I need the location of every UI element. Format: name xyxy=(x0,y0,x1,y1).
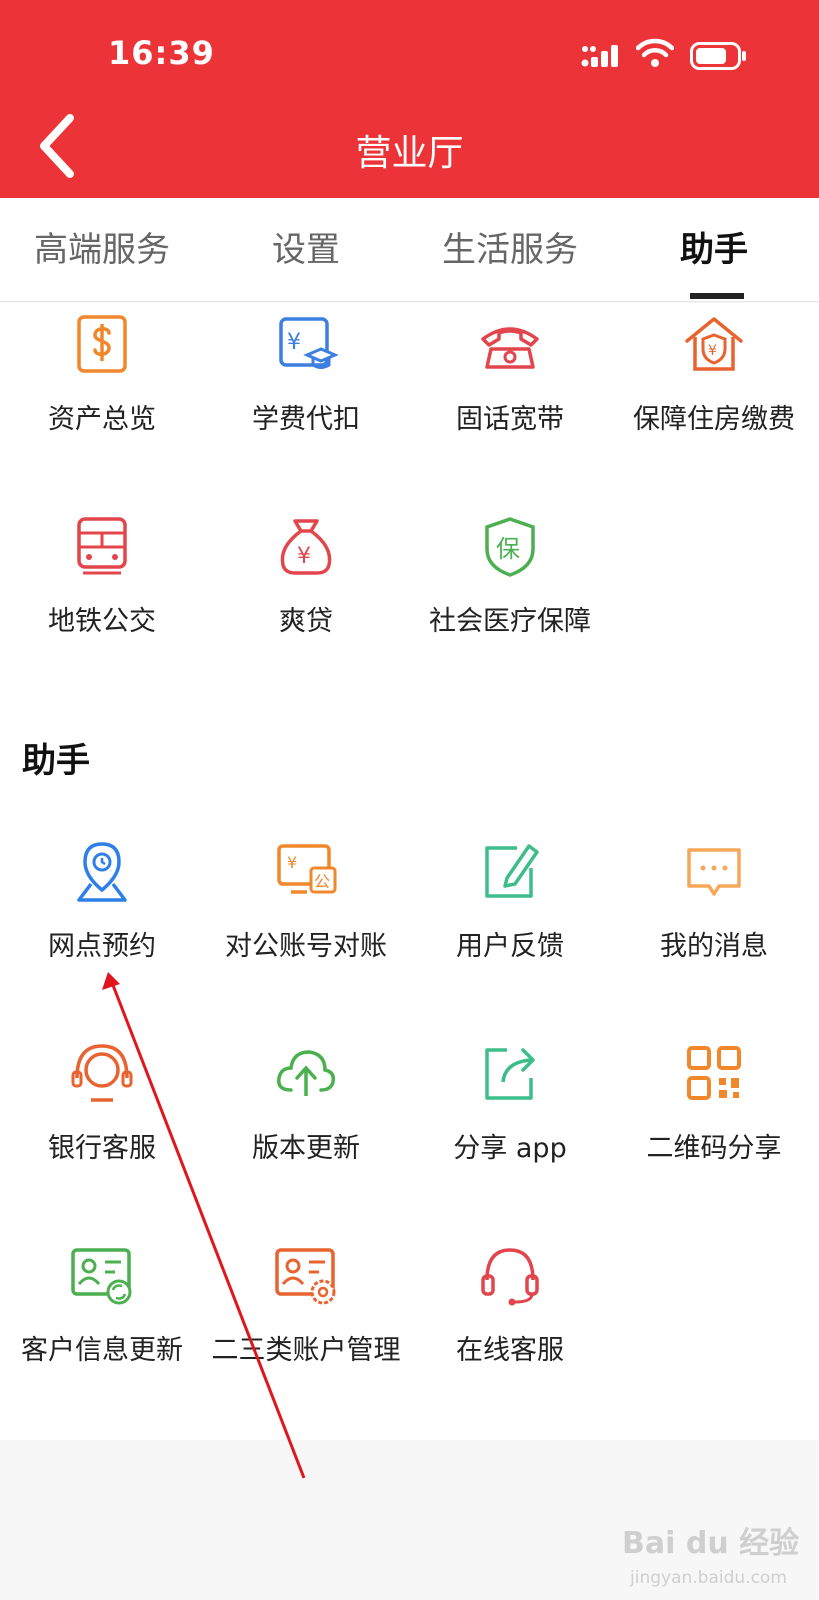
grid-item-label: 我的消息 xyxy=(660,931,768,962)
housing-icon: ¥ xyxy=(685,317,743,371)
app-header: 16:39 营业厅 xyxy=(0,0,819,198)
grid-item-label: 在线客服 xyxy=(456,1335,564,1366)
telephone-icon xyxy=(481,327,539,369)
grid-item-label: 资产总览 xyxy=(48,404,156,435)
grid-item-social-medical[interactable]: 保 社会医疗保障 xyxy=(408,513,612,683)
service-agent-icon xyxy=(71,1044,133,1102)
wifi-icon xyxy=(636,38,674,67)
tuition-icon: ¥ xyxy=(279,317,339,369)
svg-text:¥: ¥ xyxy=(297,544,311,569)
grid-item-corporate-reconciliation[interactable]: ¥ 公 对公账号对账 xyxy=(204,838,408,1008)
grid-item-account-management[interactable]: 二三类账户管理 xyxy=(204,1242,408,1412)
metro-icon xyxy=(77,517,127,575)
grid-item-label: 银行客服 xyxy=(48,1133,156,1164)
share-icon xyxy=(485,1048,535,1100)
tab-settings[interactable]: 设置 xyxy=(204,198,408,302)
tab-premium-services[interactable]: 高端服务 xyxy=(0,198,204,302)
tab-bar: 高端服务 设置 生活服务 助手 xyxy=(0,198,819,302)
edit-feedback-icon xyxy=(485,844,539,898)
grid-item-share-app[interactable]: 分享 app xyxy=(408,1040,612,1210)
tab-assistant[interactable]: 助手 xyxy=(612,198,816,302)
grid-item-landline-broadband[interactable]: 固话宽带 xyxy=(408,311,612,481)
location-clock-icon xyxy=(77,842,127,902)
battery-icon xyxy=(690,42,746,70)
grid-item-qrcode-share[interactable]: 二维码分享 xyxy=(612,1040,816,1210)
cloud-upload-icon xyxy=(277,1050,336,1096)
grid-item-tuition-deduction[interactable]: ¥ 学费代扣 xyxy=(204,311,408,481)
dollar-icon xyxy=(77,315,127,373)
grid-item-easy-loan[interactable]: ¥ 爽贷 xyxy=(204,513,408,683)
grid-item-label: 学费代扣 xyxy=(252,404,360,435)
grid-item-label: 二三类账户管理 xyxy=(211,1335,401,1366)
svg-text:保: 保 xyxy=(496,535,520,563)
grid-item-bank-service[interactable]: 银行客服 xyxy=(0,1040,204,1210)
id-card-gear-icon xyxy=(275,1248,336,1305)
message-icon xyxy=(687,848,741,896)
grid-item-label: 二维码分享 xyxy=(646,1133,782,1164)
status-time: 16:39 xyxy=(108,34,215,72)
corporate-account-icon: ¥ 公 xyxy=(277,844,337,894)
grid-item-label: 社会医疗保障 xyxy=(429,606,591,637)
grid-item-label: 版本更新 xyxy=(252,1133,360,1164)
page-title: 营业厅 xyxy=(355,133,464,174)
grid-item-label: 用户反馈 xyxy=(456,931,564,962)
qrcode-icon xyxy=(687,1046,741,1100)
watermark-url: jingyan.baidu.com xyxy=(630,1568,787,1588)
grid-item-label: 爽贷 xyxy=(279,606,333,637)
svg-text:¥: ¥ xyxy=(287,853,297,872)
grid-item-version-update[interactable]: 版本更新 xyxy=(204,1040,408,1210)
grid-item-asset-overview[interactable]: 资产总览 xyxy=(0,311,204,481)
grid-item-customer-info-update[interactable]: 客户信息更新 xyxy=(0,1242,204,1412)
grid-item-online-service[interactable]: 在线客服 xyxy=(408,1242,612,1412)
headset-icon xyxy=(481,1248,539,1306)
grid-item-user-feedback[interactable]: 用户反馈 xyxy=(408,838,612,1008)
grid-item-branch-appointment[interactable]: 网点预约 xyxy=(0,838,204,1008)
grid-item-label: 网点预约 xyxy=(48,931,156,962)
id-card-refresh-icon xyxy=(71,1248,132,1305)
grid-item-label: 保障住房缴费 xyxy=(633,404,795,435)
svg-text:¥: ¥ xyxy=(708,343,717,359)
grid-item-housing-payment[interactable]: ¥ 保障住房缴费 xyxy=(612,311,816,481)
grid-item-my-messages[interactable]: 我的消息 xyxy=(612,838,816,1008)
watermark-logo: Bai du 经验 xyxy=(622,1526,800,1561)
grid-item-label: 对公账号对账 xyxy=(225,931,387,962)
grid-item-label: 地铁公交 xyxy=(48,606,156,637)
insurance-shield-icon: 保 xyxy=(485,517,535,577)
active-tab-indicator xyxy=(690,293,744,299)
money-bag-icon: ¥ xyxy=(280,519,332,575)
grid-item-label: 固话宽带 xyxy=(456,404,564,435)
cellular-signal-icon xyxy=(581,45,618,67)
svg-text:¥: ¥ xyxy=(287,330,301,355)
grid-item-metro-bus[interactable]: 地铁公交 xyxy=(0,513,204,683)
tab-life-services[interactable]: 生活服务 xyxy=(408,198,612,302)
grid-item-label: 分享 app xyxy=(453,1133,567,1164)
svg-text:公: 公 xyxy=(314,872,330,891)
grid-item-label: 客户信息更新 xyxy=(21,1335,183,1366)
service-content: 资产总览 ¥ 学费代扣 固话宽带 ¥ 保障住房缴费 地铁公交 ¥ 爽贷 保 社会… xyxy=(0,303,819,1440)
section-title-assistant: 助手 xyxy=(22,741,90,781)
